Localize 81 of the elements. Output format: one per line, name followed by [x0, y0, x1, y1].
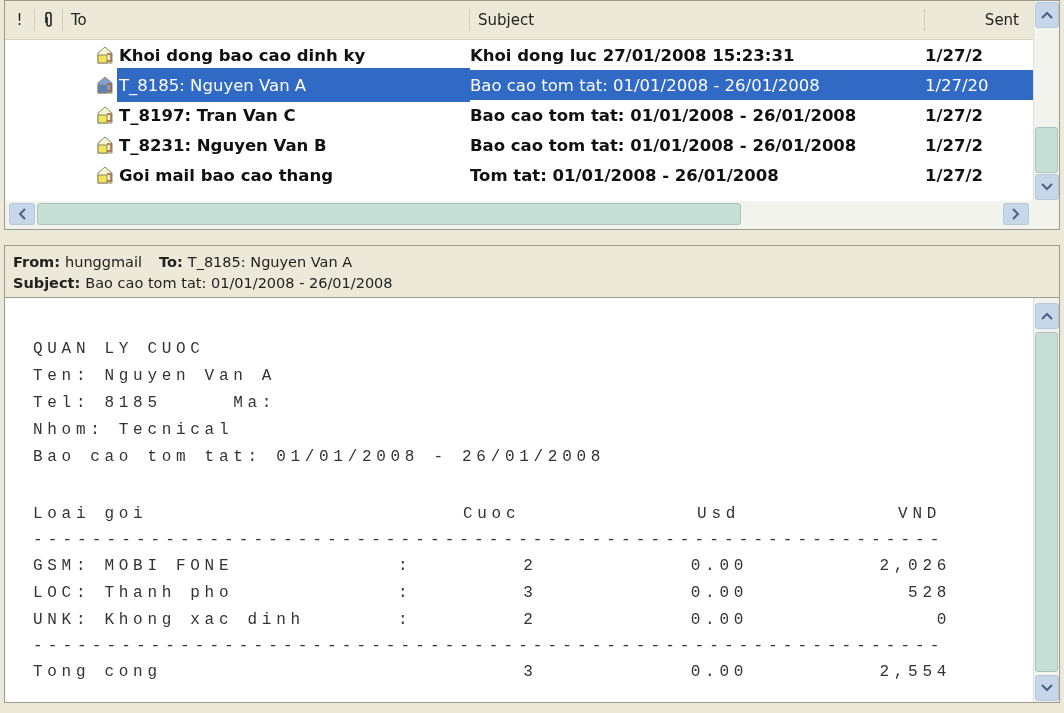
- scroll-down-button[interactable]: [1034, 675, 1059, 701]
- table-cell-text: :: [398, 556, 414, 577]
- table-cell-text: 2: [522, 610, 539, 631]
- table-cell-text: 2,026: [878, 556, 951, 577]
- table-cell-text: LOC: Thanh pho: [33, 583, 235, 604]
- scroll-right-button[interactable]: [1003, 203, 1029, 225]
- table-cell-text: 0.00: [689, 610, 748, 631]
- message-row[interactable]: Khoi dong bao cao dinh ky Khoi dong luc 27/01/2008 15:23:31 1/27/2: [5, 40, 1033, 70]
- from-value: hunggmail: [65, 254, 143, 270]
- column-header: Loai goi: [33, 504, 149, 525]
- recipient-text: T_8197: Tran Van C: [118, 104, 297, 127]
- chevron-down-icon: [1040, 183, 1053, 191]
- message-row[interactable]: T_8197: Tran Van C Bao cao tom tat: 01/01/2008 - 26/01/2008 1/27/2: [5, 100, 1033, 130]
- table-cell-text: 528: [907, 583, 951, 604]
- body-text-line: Bao cao tom tat: 01/01/2008 - 26/01/2008: [33, 447, 607, 468]
- column-header: VND: [897, 504, 942, 525]
- sent-date-text: 1/27/2: [925, 135, 984, 155]
- sent-date-text: 1/27/2: [925, 105, 984, 125]
- table-cell-text: :: [398, 610, 414, 631]
- scroll-up-button[interactable]: [1034, 303, 1059, 329]
- table-cell-text: Tong cong: [33, 662, 163, 683]
- table-cell-text: 2: [522, 556, 539, 577]
- to-column-header[interactable]: To: [63, 9, 470, 31]
- table-cell-text: 0.00: [689, 662, 748, 683]
- envelope-icon: [95, 105, 115, 125]
- table-cell-text: 0.00: [689, 583, 748, 604]
- subject-text: Khoi dong luc 27/01/2008 15:23:31: [470, 45, 796, 65]
- subject-text: Bao cao tom tat: 01/01/2008 - 26/01/2008: [470, 105, 858, 125]
- envelope-icon: [95, 75, 115, 95]
- message-row[interactable]: T_8231: Nguyen Van B Bao cao tom tat: 01/01/2008 - 26/01/2008 1/27/2: [5, 130, 1033, 160]
- recipient-text: T_8231: Nguyen Van B: [118, 134, 328, 157]
- scrollbar-thumb[interactable]: [1035, 332, 1058, 672]
- table-cell-text: 3: [522, 583, 539, 604]
- message-row[interactable]: Goi mail bao cao thang Tom tat: 01/01/2008 - 26/01/2008 1/27/2: [5, 160, 1033, 190]
- separator-line: --------------------------------------------------------------: [33, 636, 946, 657]
- envelope-icon: [95, 45, 115, 65]
- sent-date-text: 1/27/2: [925, 45, 984, 65]
- chevron-right-icon: [1012, 208, 1020, 220]
- subject-column-header[interactable]: Subject: [470, 9, 925, 31]
- chevron-down-icon: [1040, 684, 1053, 692]
- subject-text: Bao cao tom tat: 01/01/2008 - 26/01/2008: [470, 135, 858, 155]
- separator-line: --------------------------------------------------------------: [33, 530, 946, 551]
- envelope-icon: [95, 135, 115, 155]
- to-value: T_8185: Nguyen Van A: [187, 254, 353, 270]
- column-header: Usd: [696, 504, 741, 525]
- subject-text: Bao cao tom tat: 01/01/2008 - 26/01/2008: [470, 70, 925, 100]
- body-text-line: Nhom: Tecnical: [33, 420, 235, 441]
- chevron-up-icon: [1040, 312, 1053, 320]
- body-text-line: QUAN LY CUOC: [33, 339, 206, 360]
- table-cell-text: 0.00: [689, 556, 748, 577]
- sent-column-header[interactable]: Sent: [925, 9, 1033, 31]
- subject-text: Tom tat: 01/01/2008 - 26/01/2008: [470, 165, 780, 185]
- paperclip-icon: [43, 12, 54, 28]
- scroll-left-button[interactable]: [9, 203, 35, 225]
- scroll-down-button[interactable]: [1034, 174, 1059, 200]
- chevron-up-icon: [1040, 11, 1053, 19]
- subject-value: Bao cao tom tat: 01/01/2008 - 26/01/2008: [85, 275, 393, 291]
- scrollbar-thumb[interactable]: [1035, 127, 1058, 173]
- recipient-text: T_8185: Nguyen Van A: [117, 68, 470, 102]
- body-text-line: Tel: 8185 Ma:: [33, 393, 278, 414]
- table-cell-text: UNK: Khong xac dinh: [33, 610, 306, 631]
- message-row[interactable]: T_8185: Nguyen Van A Bao cao tom tat: 01/01/2008 - 26/01/2008 1/27/20: [5, 70, 1033, 100]
- scrollbar-thumb[interactable]: [37, 203, 741, 225]
- recipient-text: Goi mail bao cao thang: [118, 164, 334, 187]
- envelope-icon: [95, 165, 115, 185]
- sent-date-text: 1/27/2: [925, 165, 984, 185]
- table-cell-text: GSM: MOBI FONE: [33, 556, 235, 577]
- table-cell-text: 3: [522, 662, 539, 683]
- subject-label: Subject:: [13, 275, 81, 291]
- table-cell-text: :: [398, 583, 414, 604]
- importance-column-header[interactable]: !: [5, 9, 35, 31]
- body-text-line: Ten: Nguyen Van A: [33, 366, 278, 387]
- to-label: To:: [159, 254, 183, 270]
- chevron-left-icon: [18, 208, 26, 220]
- column-header: Cuoc: [462, 504, 522, 525]
- table-cell-text: 2,554: [878, 662, 951, 683]
- from-label: From:: [13, 254, 60, 270]
- table-cell-text: 0: [935, 610, 951, 631]
- scroll-up-button[interactable]: [1034, 2, 1059, 28]
- sent-date-text: 1/27/20: [925, 70, 1033, 100]
- recipient-text: Khoi dong bao cao dinh ky: [118, 44, 367, 67]
